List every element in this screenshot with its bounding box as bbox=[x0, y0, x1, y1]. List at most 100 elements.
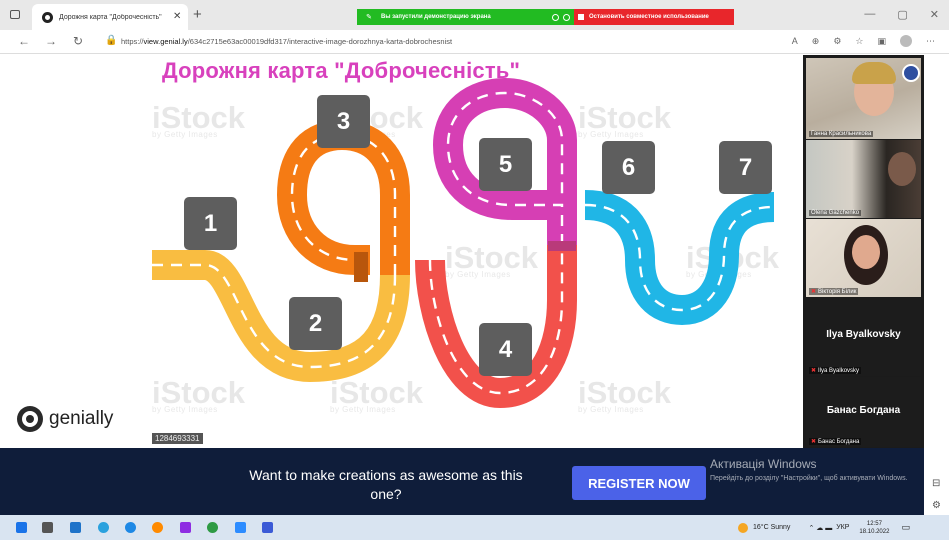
window-controls: — ▢ ✕ bbox=[864, 8, 939, 21]
participant-tile[interactable]: Ганна Красильникова bbox=[806, 58, 921, 139]
profile-avatar[interactable] bbox=[900, 35, 912, 47]
collections-icon[interactable]: ▣ bbox=[877, 36, 886, 47]
participant-video bbox=[888, 152, 916, 186]
genially-canvas: iStockby Getty Images iStockby Getty Ima… bbox=[0, 55, 803, 448]
road-step-2[interactable]: 2 bbox=[289, 297, 342, 350]
participant-display-name: Банас Богдана bbox=[826, 405, 901, 416]
mic-muted-icon: ✖ bbox=[811, 368, 817, 374]
genially-logo-text: genially bbox=[49, 408, 114, 429]
start-icon[interactable] bbox=[16, 522, 27, 533]
road-step-3[interactable]: 3 bbox=[317, 95, 370, 148]
genially-favicon-icon bbox=[42, 11, 53, 23]
banner-line-1: Want to make creations as awesome as thi… bbox=[249, 467, 523, 483]
banner-message: Want to make creations as awesome as thi… bbox=[216, 466, 556, 504]
participant-name: ✖ Вікторія Білик bbox=[809, 288, 859, 295]
clock-time: 12:57 bbox=[866, 520, 882, 527]
favorites-icon[interactable]: ☆ bbox=[855, 36, 863, 47]
forward-icon[interactable]: → bbox=[45, 34, 57, 48]
browser-side-edge: ⊟ ⚙ bbox=[924, 55, 949, 515]
participant-name-text: Банас Богдана bbox=[818, 439, 860, 445]
participant-name: Olena Gazchenko bbox=[809, 210, 862, 216]
back-icon[interactable]: ← bbox=[18, 34, 30, 48]
new-tab-icon[interactable]: + bbox=[193, 7, 202, 22]
road-step-6[interactable]: 6 bbox=[602, 141, 655, 194]
zoom-app-icon[interactable] bbox=[235, 522, 246, 533]
genially-logo-icon bbox=[17, 406, 43, 432]
participant-video bbox=[852, 235, 880, 269]
participant-name: ✖ Ilya Byalkovsky bbox=[809, 367, 862, 374]
road-step-7[interactable]: 7 bbox=[719, 141, 772, 194]
pause-share-icon[interactable] bbox=[552, 13, 559, 21]
url-path: /634c2715e63ac00019dfd317/interactive-im… bbox=[187, 37, 453, 46]
sun-weather-icon[interactable] bbox=[738, 522, 748, 533]
language-indicator[interactable]: УКР bbox=[836, 524, 849, 531]
participant-tile[interactable]: Olena Gazchenko bbox=[806, 140, 921, 218]
sidebar-toggle-icon[interactable]: ⊟ bbox=[932, 478, 940, 489]
image-id-label: 1284693331 bbox=[152, 433, 203, 444]
stop-share-label: Остановить совместное использование bbox=[589, 14, 709, 20]
chrome-icon[interactable] bbox=[207, 522, 218, 533]
browser-tab[interactable]: Дорожня карта "Доброчесність" ✕ bbox=[32, 4, 188, 30]
firefox-icon[interactable] bbox=[152, 522, 163, 533]
stop-share-button[interactable]: Остановить совместное использование bbox=[574, 9, 734, 25]
screen-share-bar: ✎ Вы запустили демонстрацию экрана Остан… bbox=[357, 9, 734, 25]
participant-tile[interactable]: ✖ Вікторія Білик bbox=[806, 219, 921, 297]
tray-icons[interactable]: ⌃ ☁ ▬ bbox=[808, 524, 832, 532]
more-menu-icon[interactable]: ⋯ bbox=[926, 36, 935, 47]
zoom-icon[interactable]: ⊕ bbox=[812, 36, 820, 47]
stop-icon bbox=[578, 14, 584, 20]
url-host: view.genial.ly bbox=[143, 37, 188, 46]
settings-share-icon[interactable] bbox=[563, 13, 570, 21]
minimize-icon[interactable]: — bbox=[864, 8, 875, 21]
extensions-icon[interactable]: ⚙ bbox=[833, 36, 841, 47]
tab-close-icon[interactable]: ✕ bbox=[173, 12, 181, 22]
task-view-icon[interactable] bbox=[42, 522, 53, 533]
close-window-icon[interactable]: ✕ bbox=[930, 8, 939, 21]
road-map-illustration bbox=[152, 77, 775, 409]
word-icon[interactable] bbox=[262, 522, 273, 533]
participant-display-name: Ilya Byalkovsky bbox=[826, 329, 901, 340]
road-step-1[interactable]: 1 bbox=[184, 197, 237, 250]
participant-name: ✖ Банас Богдана bbox=[809, 438, 862, 445]
road-step-4[interactable]: 4 bbox=[479, 323, 532, 376]
settings-icon[interactable]: ⚙ bbox=[932, 500, 941, 511]
genially-logo[interactable]: genially bbox=[17, 406, 113, 432]
browser-tab-strip: Дорожня карта "Доброчесність" ✕ + ✎ Вы з… bbox=[0, 0, 949, 30]
participant-name-text: Ilya Byalkovsky bbox=[818, 368, 860, 374]
road-blue bbox=[584, 190, 775, 326]
notifications-icon[interactable]: ▭ bbox=[901, 522, 910, 533]
browser-toolbar: A ⊕ ⚙ ☆ ▣ ⋯ bbox=[792, 35, 935, 47]
maximize-icon[interactable]: ▢ bbox=[897, 8, 907, 21]
video-participants-panel: Ганна Красильникова Olena Gazchenko ✖ Вік… bbox=[803, 55, 924, 448]
register-banner: Want to make creations as awesome as thi… bbox=[0, 448, 924, 515]
url-field[interactable]: https://view.genial.ly/634c2715e63ac0001… bbox=[121, 37, 452, 46]
viber-icon[interactable] bbox=[180, 522, 191, 533]
read-aloud-icon[interactable]: A bbox=[792, 36, 798, 46]
system-tray: 16°C Sunny ⌃ ☁ ▬ УКР 12:57 18.10.2022 ▭ bbox=[738, 515, 910, 540]
reload-icon[interactable]: ↻ bbox=[73, 34, 83, 48]
share-status-text: Вы запустили демонстрацию экрана bbox=[381, 14, 491, 20]
tab-title: Дорожня карта "Доброчесність" bbox=[59, 13, 162, 21]
explorer-icon[interactable] bbox=[70, 522, 81, 533]
road-orange bbox=[276, 119, 410, 275]
mic-icon[interactable]: ✎ bbox=[357, 13, 381, 21]
participant-tile[interactable]: Банас Богдана ✖ Банас Богдана bbox=[806, 377, 921, 447]
clock-date: 18.10.2022 bbox=[859, 528, 890, 535]
register-now-button[interactable]: REGISTER NOW bbox=[572, 466, 706, 500]
clock[interactable]: 12:57 18.10.2022 bbox=[859, 520, 889, 536]
weather-text[interactable]: 16°C Sunny bbox=[753, 524, 790, 531]
participant-name-text: Вікторія Білик bbox=[818, 289, 857, 295]
activation-title: Активація Windows bbox=[710, 457, 817, 471]
windows-activation-notice: Активація Windows Перейдіть до розділу "… bbox=[710, 457, 925, 484]
url-prefix: https:// bbox=[121, 37, 144, 46]
telegram-icon[interactable] bbox=[98, 522, 109, 533]
lock-icon[interactable]: 🔒 bbox=[105, 35, 117, 46]
university-logo-icon bbox=[902, 64, 920, 82]
page-title: Дорожня карта "Доброчесність" bbox=[162, 58, 521, 83]
tab-actions-icon[interactable] bbox=[10, 10, 20, 19]
participant-tile[interactable]: Ilya Byalkovsky ✖ Ilya Byalkovsky bbox=[806, 298, 921, 376]
share-status: ✎ Вы запустили демонстрацию экрана bbox=[357, 9, 574, 25]
edge-icon[interactable] bbox=[125, 522, 136, 533]
road-step-5[interactable]: 5 bbox=[479, 138, 532, 191]
activation-text: Перейдіть до розділу "Настройки", щоб ак… bbox=[710, 475, 908, 482]
